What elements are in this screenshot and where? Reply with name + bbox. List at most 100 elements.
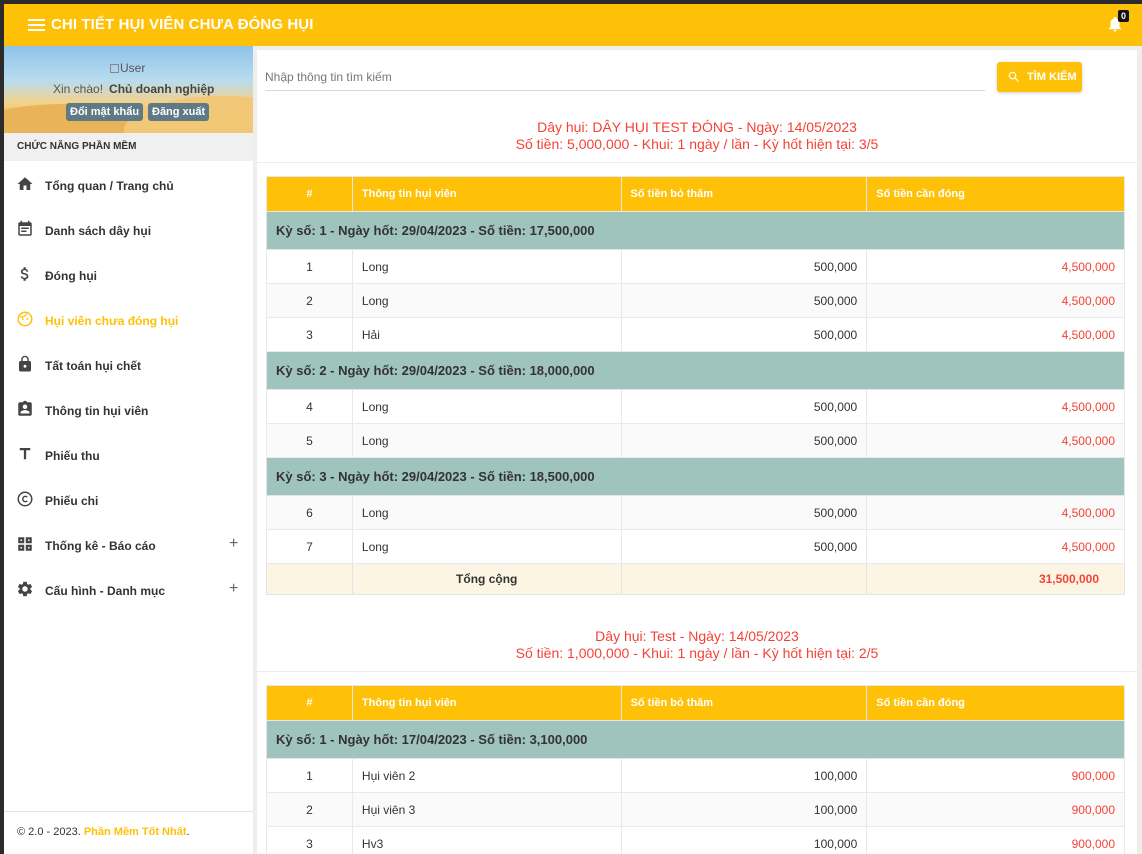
cell-due: 4,500,000: [866, 317, 1125, 352]
expand-plus-icon[interactable]: +: [229, 580, 238, 598]
hui-table-2: # Thông tin hụi viên Số tiền bỏ thăm Số …: [266, 685, 1125, 854]
table-row[interactable]: 2 Long 500,000 4,500,000: [266, 283, 1125, 318]
greeting-text: Xin chào!: [53, 82, 104, 96]
cell-index: 1: [266, 249, 353, 284]
cell-member: Long: [351, 283, 622, 318]
dollar-icon: [20, 267, 29, 281]
cell-member: Long: [351, 249, 622, 284]
sidebar-footer: © 2.0 - 2023. Phần Mềm Tốt Nhất.: [4, 811, 253, 854]
sidebar: User Xin chào! Chủ doanh nghiệp Đổi mật k…: [4, 46, 253, 854]
table-row[interactable]: 2 Hụi viên 3 100,000 900,000: [266, 792, 1125, 827]
block-title-line1: Dây hụi: Test - Ngày: 14/05/2023: [595, 628, 799, 644]
lock-icon: [19, 355, 31, 372]
hamburger-menu-icon[interactable]: [28, 19, 45, 32]
block-title-line2: Số tiền: 1,000,000 - Khui: 1 ngày / lần …: [515, 645, 879, 661]
cell-member: Hv3: [351, 826, 622, 854]
sidebar-item-reports[interactable]: Thống kê - Báo cáo +: [4, 521, 253, 566]
page-title: CHI TIẾT HỤI VIÊN CHƯA ĐÓNG HỤI: [51, 16, 314, 33]
column-header-member: Thông tin hụi viên: [351, 685, 622, 721]
sidebar-item-pay[interactable]: Đóng hụi: [4, 251, 253, 296]
footer-brand-link[interactable]: Phần Mềm Tốt Nhất: [84, 826, 187, 838]
cell-paid: 100,000: [620, 826, 868, 854]
table-row[interactable]: 1 Hụi viên 2 100,000 900,000: [266, 758, 1125, 793]
notification-badge: 0: [1118, 10, 1129, 22]
profile-panel: User Xin chào! Chủ doanh nghiệp Đổi mật k…: [4, 46, 253, 133]
search-icon: [1008, 71, 1019, 82]
cell-paid: 500,000: [620, 495, 868, 530]
sidebar-item-label: Phiếu thu: [45, 449, 100, 463]
sidebar-item-label: Thống kê - Báo cáo: [45, 539, 156, 553]
sidebar-item-receipt[interactable]: Phiếu thu: [4, 431, 253, 476]
search-button[interactable]: TÌM KIẾM: [997, 62, 1082, 92]
app-window: CHI TIẾT HỤI VIÊN CHƯA ĐÓNG HỤI 0 User X…: [4, 4, 1142, 854]
cell-index: 7: [266, 529, 353, 564]
period-group-header: Kỳ số: 3 - Ngày hốt: 29/04/2023 - Số tiề…: [266, 457, 1125, 496]
cell-member: Long: [351, 423, 622, 458]
total-label: Tổng cộng: [351, 563, 622, 595]
sidebar-section-title: CHỨC NĂNG PHẦN MỀM: [4, 133, 253, 161]
gear-icon: [17, 581, 33, 597]
column-header-due: Số tiền cần đóng: [866, 176, 1125, 212]
table-row[interactable]: 1 Long 500,000 4,500,000: [266, 249, 1125, 284]
cell-index: 6: [266, 495, 353, 530]
text-icon: [19, 448, 31, 460]
table-row[interactable]: 7 Long 500,000 4,500,000: [266, 529, 1125, 564]
sidebar-item-label: Phiếu chi: [45, 494, 99, 508]
change-password-button[interactable]: Đổi mật khẩu: [66, 103, 144, 121]
cell-due: 4,500,000: [866, 495, 1125, 530]
total-empty-cell: [620, 563, 868, 595]
widgets-icon: [18, 537, 32, 551]
footer-suffix: .: [186, 826, 190, 838]
cell-paid: 500,000: [620, 389, 868, 424]
block-title-line1: Dây hụi: DÂY HỤI TEST ĐÓNG - Ngày: 14/05…: [537, 119, 857, 135]
sidebar-item-hui-list[interactable]: Danh sách dây hụi: [4, 206, 253, 251]
cell-index: 1: [266, 758, 353, 793]
search-field[interactable]: [265, 63, 985, 91]
cell-due: 4,500,000: [866, 283, 1125, 318]
table-row[interactable]: 5 Long 500,000 4,500,000: [266, 423, 1125, 458]
sidebar-item-member-info[interactable]: Thông tin hụi viên: [4, 386, 253, 431]
cell-due: 4,500,000: [866, 529, 1125, 564]
column-header-paid: Số tiền bỏ thăm: [620, 176, 868, 212]
cell-due: 4,500,000: [866, 389, 1125, 424]
copyright-icon: [17, 491, 33, 507]
period-group-header: Kỳ số: 1 - Ngày hốt: 17/04/2023 - Số tiề…: [266, 720, 1125, 759]
cell-member: Long: [351, 389, 622, 424]
period-group-header: Kỳ số: 1 - Ngày hốt: 29/04/2023 - Số tiề…: [266, 211, 1125, 250]
search-input[interactable]: [265, 70, 985, 84]
cell-paid: 500,000: [620, 283, 868, 318]
sidebar-item-label: Danh sách dây hụi: [45, 224, 152, 238]
cell-due: 4,500,000: [866, 423, 1125, 458]
cell-index: 4: [266, 389, 353, 424]
table-row[interactable]: 3 Hải 500,000 4,500,000: [266, 317, 1125, 352]
expand-plus-icon[interactable]: +: [229, 535, 238, 553]
face-icon: [17, 311, 33, 327]
sidebar-item-label: Cấu hình - Danh mục: [45, 584, 165, 598]
notification-bell-icon[interactable]: 0: [1106, 10, 1129, 36]
period-group-header: Kỳ số: 2 - Ngày hốt: 29/04/2023 - Số tiề…: [266, 351, 1125, 390]
sidebar-nav: Tổng quan / Trang chủ Danh sách dây hụi …: [4, 161, 253, 611]
sidebar-item-payment[interactable]: Phiếu chi: [4, 476, 253, 521]
cell-member: Hụi viên 3: [351, 792, 622, 827]
footer-copyright: © 2.0 - 2023.: [17, 826, 81, 838]
table-row[interactable]: 4 Long 500,000 4,500,000: [266, 389, 1125, 424]
column-header-due: Số tiền cần đóng: [866, 685, 1125, 721]
sidebar-item-unpaid-members[interactable]: Hụi viên chưa đóng hụi: [4, 296, 253, 341]
table-row[interactable]: 6 Long 500,000 4,500,000: [266, 495, 1125, 530]
sidebar-item-settle[interactable]: Tất toán hụi chết: [4, 341, 253, 386]
sidebar-item-label: Tổng quan / Trang chủ: [45, 179, 174, 193]
table-row[interactable]: 3 Hv3 100,000 900,000: [266, 826, 1125, 854]
top-bar: CHI TIẾT HỤI VIÊN CHƯA ĐÓNG HỤI 0: [4, 4, 1142, 46]
sidebar-item-label: Hụi viên chưa đóng hụi: [45, 314, 179, 328]
cell-paid: 100,000: [620, 792, 868, 827]
sidebar-item-overview[interactable]: Tổng quan / Trang chủ: [4, 161, 253, 206]
greeting: Xin chào! Chủ doanh nghiệp: [53, 82, 214, 96]
cell-paid: 500,000: [620, 423, 868, 458]
contact-icon: [18, 400, 32, 416]
logout-button[interactable]: Đăng xuất: [148, 103, 210, 121]
sidebar-item-config[interactable]: Cấu hình - Danh mục +: [4, 566, 253, 611]
cell-due: 900,000: [866, 792, 1125, 827]
cell-due: 900,000: [866, 826, 1125, 854]
column-header-index: #: [266, 176, 353, 212]
sidebar-item-label: Tất toán hụi chết: [45, 359, 141, 373]
